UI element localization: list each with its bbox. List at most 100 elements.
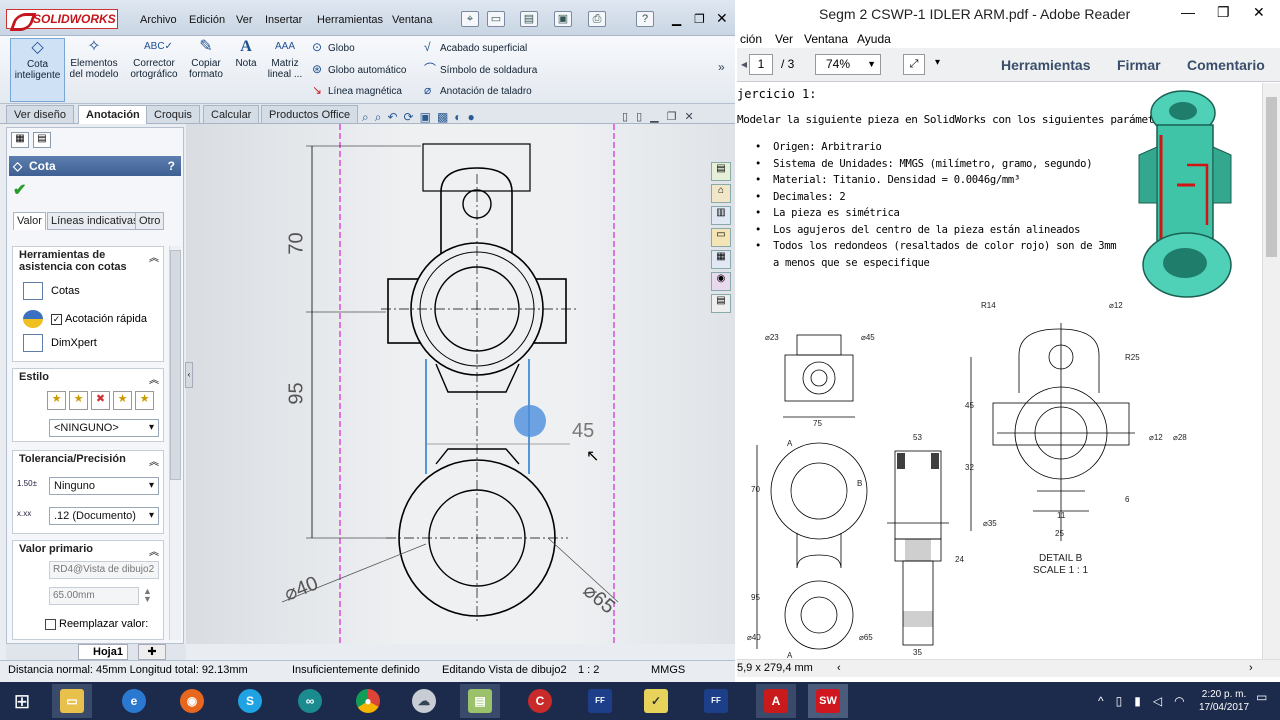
format-painter-button[interactable]: ✎ Copiar formato: [186, 38, 226, 80]
spell-check-button[interactable]: ABC✓ Corrector ortográfico: [126, 38, 182, 80]
magnetic-line-button[interactable]: ↘ Línea magnética: [312, 80, 402, 100]
reader-menu-ayuda[interactable]: Ayuda: [857, 30, 891, 48]
taskbar-ie[interactable]: e: [114, 684, 154, 718]
pm-tab-valor[interactable]: Valor: [13, 212, 46, 230]
dimension-name-field[interactable]: RD4@Vista de dibujo2: [49, 561, 159, 579]
reader-sign-button[interactable]: Firmar: [1117, 57, 1161, 73]
auto-balloon-button[interactable]: ⊛ Globo automático: [312, 59, 406, 79]
battery-icon[interactable]: ▮: [1134, 694, 1141, 708]
viewport-close-icon[interactable]: ✕: [684, 110, 693, 123]
fit-page-icon[interactable]: ⤢: [903, 54, 925, 75]
override-checkbox[interactable]: [45, 618, 56, 630]
reader-scroll-thumb[interactable]: [1266, 97, 1277, 257]
apply-style-icon[interactable]: ★: [47, 391, 66, 410]
tray-expand-icon[interactable]: ^: [1098, 694, 1104, 708]
menu-edicion[interactable]: Edición: [189, 14, 225, 26]
menu-ventana[interactable]: Ventana: [392, 14, 432, 26]
pm-scroll-thumb[interactable]: [170, 250, 181, 480]
start-button[interactable]: ⊞: [2, 684, 42, 718]
reader-menu-ventana[interactable]: Ventana: [804, 30, 848, 48]
taskbar-arduino[interactable]: ∞: [290, 684, 330, 718]
scroll-left-icon[interactable]: ‹: [837, 660, 841, 677]
taskbar-firefox[interactable]: ◉: [172, 684, 212, 718]
reader-horizontal-scrollbar[interactable]: 5,9 x 279,4 mm ‹ ›: [737, 659, 1280, 677]
collapse-icon[interactable]: ︽: [149, 453, 159, 468]
load-style-icon[interactable]: ★: [135, 391, 154, 410]
pm-help-icon[interactable]: ?: [168, 156, 175, 176]
weld-symbol-button[interactable]: ⌒ Símbolo de soldadura: [424, 59, 537, 79]
model-items-button[interactable]: ✧ Elementos del modelo: [68, 38, 120, 80]
menu-ver[interactable]: Ver: [236, 14, 253, 26]
tray-clock[interactable]: 2:20 p. m. 17/04/2017: [1198, 688, 1250, 714]
collapse-icon[interactable]: ︽: [149, 371, 159, 386]
dim-95[interactable]: 95: [286, 382, 309, 404]
assist-item-dimxpert[interactable]: DimXpert: [23, 333, 97, 353]
menu-herramientas[interactable]: Herramientas: [317, 14, 383, 26]
taskbar-skype[interactable]: S: [230, 684, 270, 718]
volume-icon[interactable]: ◁: [1153, 694, 1162, 708]
assist-item-rapida[interactable]: ✓ Acotación rápida: [23, 309, 147, 329]
prev-page-icon[interactable]: ◂: [741, 57, 747, 71]
add-sheet-icon[interactable]: ✚: [138, 644, 166, 660]
menu-archivo[interactable]: Archivo: [140, 14, 177, 26]
collapse-icon[interactable]: ︽: [149, 249, 159, 264]
solidworks-logo[interactable]: SOLIDWORKS: [6, 9, 118, 29]
wifi-icon[interactable]: ◠: [1174, 694, 1184, 708]
property-manager-icon[interactable]: ▤: [33, 132, 51, 148]
collapse-icon[interactable]: ︽: [149, 543, 159, 558]
smart-dimension-button[interactable]: ◇ Cota inteligente: [10, 38, 65, 102]
open-folder-icon[interactable]: ▤: [520, 11, 538, 27]
ribbon-expand-icon[interactable]: »: [718, 60, 725, 74]
notifications-icon[interactable]: ▭: [1256, 690, 1274, 712]
add-style-icon[interactable]: ★: [69, 391, 88, 410]
taskbar-festo-2[interactable]: FF: [696, 684, 736, 718]
reader-restore-icon[interactable]: ❐: [1217, 4, 1230, 21]
tab-productos-office[interactable]: Productos Office: [261, 105, 359, 124]
note-button[interactable]: A Nota: [232, 38, 260, 69]
minimize-icon[interactable]: ▁: [672, 12, 681, 26]
spinner-icon[interactable]: ▲ ▼: [143, 587, 152, 604]
balloon-button[interactable]: ⊙ Globo: [312, 37, 355, 57]
pm-collapse-handle[interactable]: ‹: [185, 362, 193, 388]
override-value-row[interactable]: Reemplazar valor:: [45, 617, 148, 631]
viewport-minimize-icon[interactable]: ▁: [650, 110, 658, 123]
pm-tab-otro[interactable]: Otro: [135, 212, 165, 230]
reader-close-icon[interactable]: ✕: [1253, 4, 1265, 21]
viewport-tile-icon[interactable]: ▯: [636, 110, 642, 123]
taskbar-app-yellow[interactable]: ✓: [636, 684, 676, 718]
scroll-right-icon[interactable]: ›: [1249, 660, 1253, 677]
tolerance-select[interactable]: Ninguno: [49, 477, 159, 495]
toolbar-options-icon[interactable]: ▾: [935, 57, 940, 68]
close-icon[interactable]: ✕: [716, 10, 728, 27]
zoom-select[interactable]: 74% ▼: [815, 54, 881, 75]
save-style-icon[interactable]: ★: [113, 391, 132, 410]
viewport-split-icon[interactable]: ▯: [622, 110, 628, 123]
new-file-icon[interactable]: ▭: [487, 11, 505, 27]
print-icon[interactable]: ⎙: [588, 11, 606, 27]
taskbar-chrome[interactable]: ●: [348, 684, 388, 718]
taskbar-cloud[interactable]: ☁: [404, 684, 444, 718]
feature-tree-icon[interactable]: ▦: [11, 132, 29, 148]
taskbar-app-red[interactable]: C: [520, 684, 560, 718]
taskbar-explorer[interactable]: ▭: [52, 684, 92, 718]
taskbar-festo-1[interactable]: FF: [580, 684, 620, 718]
ok-checkmark-icon[interactable]: ✔: [13, 180, 26, 200]
taskbar-solidworks[interactable]: SW: [808, 684, 848, 718]
save-icon[interactable]: ▣: [554, 11, 572, 27]
pm-tab-lineas[interactable]: Líneas indicativas: [47, 212, 143, 230]
menu-insertar[interactable]: Insertar: [265, 14, 302, 26]
restore-icon[interactable]: ❐: [694, 12, 705, 26]
viewport-restore-icon[interactable]: ❐: [667, 110, 677, 123]
reader-comment-button[interactable]: Comentario: [1187, 57, 1265, 73]
reader-vertical-scrollbar[interactable]: [1262, 83, 1280, 659]
drawing-canvas[interactable]: ⌕⌕↶⟳▣▩◐● ▯▯▁❐✕ ▤ ⌂ ▥ ▭ ▦ ◉ ▤: [186, 110, 735, 644]
sheet-tab-hoja1[interactable]: Hoja1: [78, 644, 128, 660]
tab-anotacion[interactable]: Anotación: [78, 105, 148, 124]
taskbar-app-green[interactable]: ▤: [460, 684, 500, 718]
dimension-value-field[interactable]: 65.00mm: [49, 587, 139, 605]
dim-45[interactable]: 45: [572, 420, 594, 443]
reader-tools-button[interactable]: Herramientas: [1001, 57, 1091, 73]
status-units[interactable]: MMGS: [651, 661, 685, 679]
reader-minimize-icon[interactable]: —: [1181, 4, 1195, 20]
pdf-page[interactable]: jercicio 1: Modelar la siguiente pieza e…: [737, 83, 1262, 660]
